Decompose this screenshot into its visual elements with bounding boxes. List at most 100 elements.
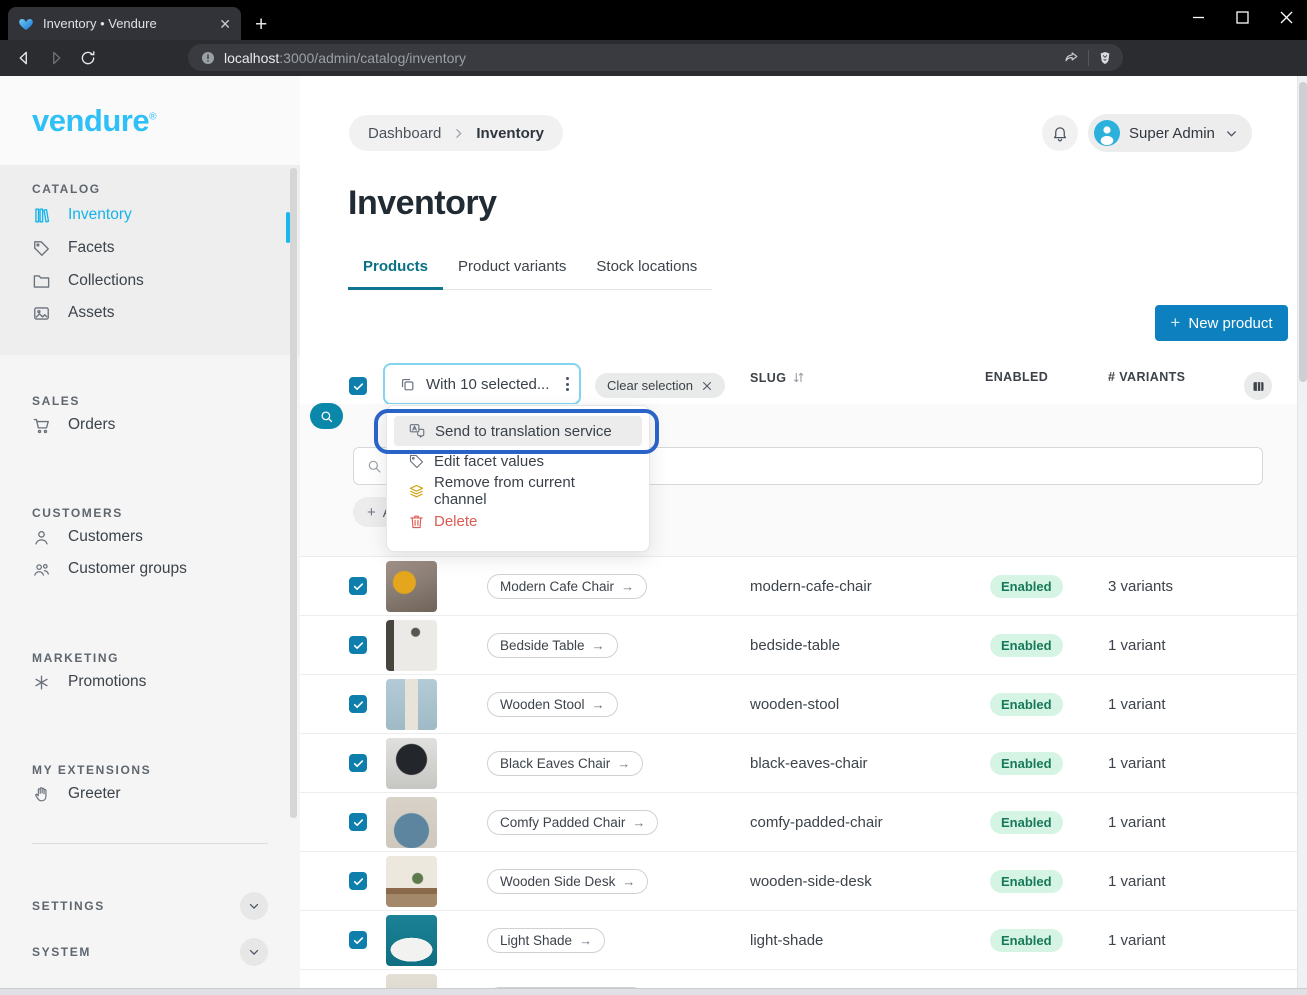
sort-icon[interactable] bbox=[791, 370, 806, 385]
status-badge: Enabled bbox=[990, 634, 1063, 657]
product-thumbnail bbox=[386, 797, 437, 848]
status-badge: Enabled bbox=[990, 870, 1063, 893]
row-checkbox[interactable] bbox=[349, 931, 367, 949]
sidebar-item-greeter[interactable]: Greeter bbox=[32, 781, 121, 807]
section-header-settings[interactable]: SETTINGS bbox=[32, 898, 105, 914]
menu-item-remove-from-channel[interactable]: Remove from current channel bbox=[394, 476, 642, 506]
select-all-checkbox[interactable] bbox=[349, 377, 367, 395]
sidebar-item-facets[interactable]: Facets bbox=[32, 235, 115, 261]
user-menu[interactable]: Super Admin bbox=[1088, 114, 1252, 152]
row-checkbox[interactable] bbox=[349, 872, 367, 890]
browser-titlebar: Inventory • Vendure ✕ + bbox=[0, 0, 1307, 40]
section-header-system[interactable]: SYSTEM bbox=[32, 944, 91, 960]
product-slug: modern-cafe-chair bbox=[750, 557, 872, 616]
clear-selection-button[interactable]: Clear selection bbox=[595, 373, 725, 398]
product-thumbnail bbox=[386, 738, 437, 789]
sidebar-item-assets[interactable]: Assets bbox=[32, 300, 115, 326]
menu-item-delete[interactable]: Delete bbox=[394, 506, 642, 536]
page-scrollbar[interactable] bbox=[1297, 76, 1307, 995]
sidebar: vendure® CATALOG Inventory Facets Collec… bbox=[0, 76, 300, 995]
url-bar[interactable]: localhost:3000/admin/catalog/inventory bbox=[188, 44, 1123, 71]
product-thumbnail bbox=[386, 620, 437, 671]
notifications-button[interactable] bbox=[1042, 115, 1078, 151]
product-name-link[interactable]: Wooden Side Desk→ bbox=[487, 869, 648, 894]
row-checkbox[interactable] bbox=[349, 695, 367, 713]
table-row[interactable]: Light Shade→ light-shade Enabled 1 varia… bbox=[300, 911, 1297, 970]
arrow-right-icon: → bbox=[621, 579, 634, 594]
sidebar-item-customers[interactable]: Customers bbox=[32, 524, 143, 550]
product-name-link[interactable]: Comfy Padded Chair→ bbox=[487, 810, 658, 835]
arrow-right-icon: → bbox=[632, 815, 645, 830]
search-icon bbox=[319, 409, 334, 424]
arrow-right-icon: → bbox=[592, 638, 605, 653]
search-toggle-button[interactable] bbox=[310, 403, 343, 429]
bell-icon bbox=[1051, 124, 1069, 142]
breadcrumb-dashboard[interactable]: Dashboard bbox=[368, 125, 441, 142]
tag-icon bbox=[408, 453, 425, 470]
row-checkbox[interactable] bbox=[349, 754, 367, 772]
product-slug: wooden-side-desk bbox=[750, 852, 872, 911]
chevron-down-icon bbox=[1224, 126, 1239, 141]
row-checkbox[interactable] bbox=[349, 577, 367, 595]
table-row[interactable]: Comfy Padded Chair→ comfy-padded-chair E… bbox=[300, 793, 1297, 852]
reload-button[interactable] bbox=[72, 49, 104, 67]
sidebar-item-promotions[interactable]: Promotions bbox=[32, 669, 146, 695]
new-product-button[interactable]: + New product bbox=[1155, 305, 1288, 341]
status-badge: Enabled bbox=[990, 693, 1063, 716]
window-close-button[interactable] bbox=[1280, 11, 1293, 29]
window-minimize-button[interactable] bbox=[1192, 11, 1205, 29]
column-header-enabled[interactable]: ENABLED bbox=[985, 370, 1048, 384]
variant-count: 1 variant bbox=[1108, 793, 1166, 852]
sidebar-item-customer-groups[interactable]: Customer groups bbox=[32, 556, 187, 582]
tab-bar: Products Product variants Stock location… bbox=[348, 258, 712, 290]
product-thumbnail bbox=[386, 856, 437, 907]
window-maximize-button[interactable] bbox=[1236, 11, 1249, 29]
column-header-variants[interactable]: # VARIANTS bbox=[1108, 370, 1185, 384]
sidebar-item-orders[interactable]: Orders bbox=[32, 412, 115, 438]
product-name-link[interactable]: Wooden Stool→ bbox=[487, 692, 618, 717]
sidebar-item-inventory[interactable]: Inventory bbox=[32, 202, 132, 228]
tab-close-icon[interactable]: ✕ bbox=[219, 17, 231, 31]
url-host: localhost bbox=[224, 50, 279, 66]
new-tab-button[interactable]: + bbox=[255, 13, 267, 37]
row-checkbox[interactable] bbox=[349, 636, 367, 654]
tab-products[interactable]: Products bbox=[348, 258, 443, 290]
with-selected-button[interactable]: With 10 selected... bbox=[383, 363, 581, 405]
forward-button[interactable] bbox=[40, 49, 72, 67]
sidebar-scrollbar[interactable] bbox=[290, 168, 297, 818]
sidebar-item-collections[interactable]: Collections bbox=[32, 268, 144, 294]
product-slug: wooden-stool bbox=[750, 675, 839, 734]
column-header-slug[interactable]: SLUG bbox=[750, 370, 806, 385]
table-row[interactable]: Modern Cafe Chair→ modern-cafe-chair Ena… bbox=[300, 557, 1297, 616]
product-name-link[interactable]: Modern Cafe Chair→ bbox=[487, 574, 647, 599]
tab-product-variants[interactable]: Product variants bbox=[443, 258, 581, 289]
table-row[interactable]: Wooden Side Desk→ wooden-side-desk Enabl… bbox=[300, 852, 1297, 911]
product-name-link[interactable]: Light Shade→ bbox=[487, 928, 605, 953]
back-button[interactable] bbox=[8, 49, 40, 67]
row-checkbox[interactable] bbox=[349, 813, 367, 831]
table-row[interactable]: Bedside Table→ bedside-table Enabled 1 v… bbox=[300, 616, 1297, 675]
chevron-down-icon bbox=[247, 899, 261, 913]
system-expand-button[interactable] bbox=[240, 938, 268, 966]
browser-tab[interactable]: Inventory • Vendure ✕ bbox=[8, 7, 241, 40]
browser-window: Inventory • Vendure ✕ + localhost:3000/a… bbox=[0, 0, 1307, 995]
column-settings-button[interactable] bbox=[1244, 372, 1272, 400]
table-row[interactable]: Black Eaves Chair→ black-eaves-chair Ena… bbox=[300, 734, 1297, 793]
url-path: :3000/admin/catalog/inventory bbox=[279, 50, 466, 66]
section-header-sales: SALES bbox=[32, 393, 80, 409]
brave-shield-icon[interactable] bbox=[1097, 50, 1113, 66]
product-table: Modern Cafe Chair→ modern-cafe-chair Ena… bbox=[300, 557, 1297, 995]
variant-count: 1 variant bbox=[1108, 675, 1166, 734]
breadcrumb[interactable]: Dashboard Inventory bbox=[349, 115, 563, 151]
user-icon bbox=[32, 528, 51, 547]
image-icon bbox=[32, 304, 51, 323]
share-icon[interactable] bbox=[1063, 49, 1080, 66]
tab-title: Inventory • Vendure bbox=[43, 16, 210, 31]
product-name-link[interactable]: Bedside Table→ bbox=[487, 633, 618, 658]
product-name-link[interactable]: Black Eaves Chair→ bbox=[487, 751, 643, 776]
table-row[interactable]: Wooden Stool→ wooden-stool Enabled 1 var… bbox=[300, 675, 1297, 734]
promotions-icon bbox=[32, 673, 51, 692]
tab-stock-locations[interactable]: Stock locations bbox=[581, 258, 712, 289]
site-info-icon[interactable] bbox=[200, 50, 216, 66]
settings-expand-button[interactable] bbox=[240, 892, 268, 920]
